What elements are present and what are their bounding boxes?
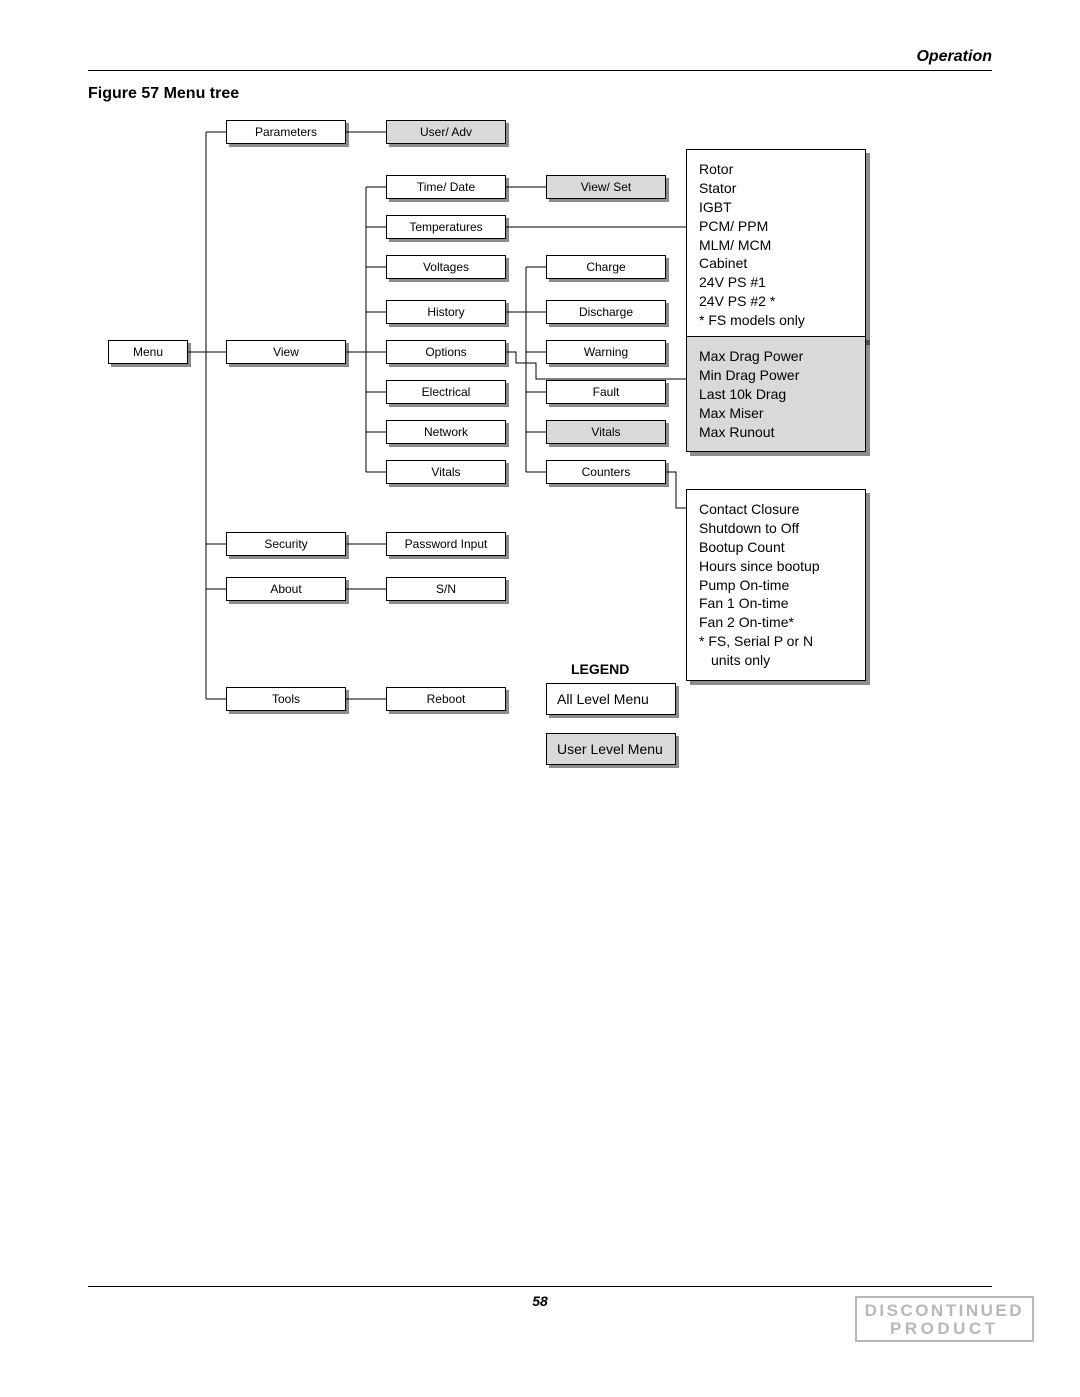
- menu-tree-diagram: Menu Parameters View Security About Tool…: [88, 111, 992, 851]
- section-header: Operation: [88, 48, 992, 66]
- node-electrical: Electrical: [386, 380, 506, 404]
- legend-title: LEGEND: [571, 661, 629, 677]
- node-history: History: [386, 300, 506, 324]
- stamp-line-2: PRODUCT: [865, 1320, 1024, 1338]
- node-network: Network: [386, 420, 506, 444]
- node-user-adv: User/ Adv: [386, 120, 506, 144]
- node-discharge: Discharge: [546, 300, 666, 324]
- figure-title: Figure 57 Menu tree: [88, 85, 992, 103]
- node-password-input: Password Input: [386, 532, 506, 556]
- node-counters: Counters: [546, 460, 666, 484]
- node-security: Security: [226, 532, 346, 556]
- discontinued-stamp: DISCONTINUED PRODUCT: [855, 1296, 1034, 1342]
- node-about: About: [226, 577, 346, 601]
- legend-all-level: All Level Menu: [546, 683, 676, 715]
- node-view: View: [226, 340, 346, 364]
- node-vitals-hist: Vitals: [546, 420, 666, 444]
- node-voltages: Voltages: [386, 255, 506, 279]
- node-sn: S/N: [386, 577, 506, 601]
- header-rule: [88, 70, 992, 71]
- stamp-line-1: DISCONTINUED: [865, 1302, 1024, 1320]
- node-fault: Fault: [546, 380, 666, 404]
- panel-options: Max Drag PowerMin Drag PowerLast 10k Dra…: [686, 336, 866, 452]
- node-charge: Charge: [546, 255, 666, 279]
- node-reboot: Reboot: [386, 687, 506, 711]
- node-parameters: Parameters: [226, 120, 346, 144]
- panel-temperatures: RotorStatorIGBTPCM/ PPMMLM/ MCMCabinet24…: [686, 149, 866, 341]
- legend-user-level: User Level Menu: [546, 733, 676, 765]
- node-options: Options: [386, 340, 506, 364]
- node-view-set: View/ Set: [546, 175, 666, 199]
- panel-counters: Contact ClosureShutdown to OffBootup Cou…: [686, 489, 866, 681]
- footer-rule: [88, 1286, 992, 1287]
- node-menu: Menu: [108, 340, 188, 364]
- node-temperatures: Temperatures: [386, 215, 506, 239]
- node-tools: Tools: [226, 687, 346, 711]
- node-time-date: Time/ Date: [386, 175, 506, 199]
- node-warning: Warning: [546, 340, 666, 364]
- node-vitals-view: Vitals: [386, 460, 506, 484]
